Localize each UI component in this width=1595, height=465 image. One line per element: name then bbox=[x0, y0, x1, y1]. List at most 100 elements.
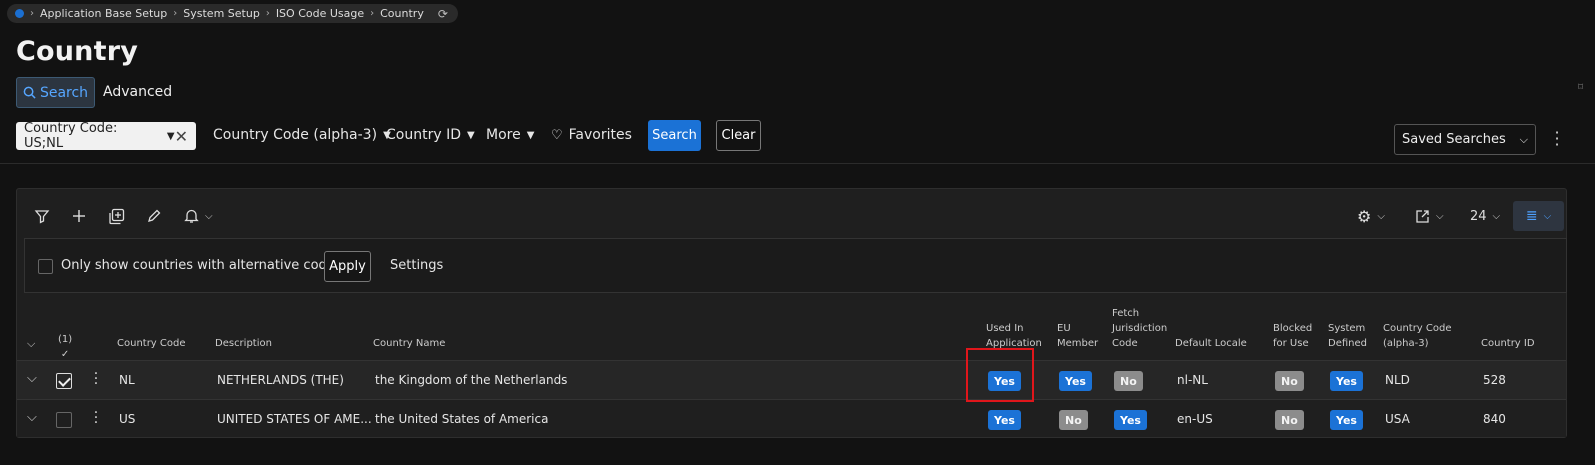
header-used-in-application[interactable]: Used In Application bbox=[986, 321, 1042, 351]
header-description[interactable]: Description bbox=[215, 336, 272, 351]
breadcrumb-item[interactable]: ISO Code Usage bbox=[276, 7, 364, 20]
row-checkbox[interactable] bbox=[56, 373, 72, 389]
expand-row-icon[interactable]: ⌵ bbox=[27, 410, 37, 425]
cell-country-name: the United States of America bbox=[375, 412, 549, 426]
cell-country-code: NL bbox=[119, 373, 135, 387]
cell-alpha3: USA bbox=[1385, 412, 1410, 426]
settings-dropdown[interactable]: ⚙ ⌵ bbox=[1357, 206, 1385, 226]
header-system-defined[interactable]: System Defined bbox=[1328, 321, 1367, 351]
header-line: Code bbox=[1112, 338, 1138, 349]
row-menu-icon[interactable]: · · · bbox=[93, 367, 99, 391]
filter-label: More bbox=[486, 127, 521, 143]
filter-label: Country ID bbox=[386, 127, 461, 143]
saved-searches-label: Saved Searches bbox=[1402, 132, 1506, 147]
filter-icon[interactable] bbox=[34, 206, 50, 226]
list-icon: ≣ bbox=[1525, 208, 1538, 224]
selected-count: (1) bbox=[58, 334, 73, 345]
search-button[interactable]: Search bbox=[648, 120, 701, 151]
search-tab[interactable]: Search bbox=[16, 77, 95, 108]
home-dot-icon[interactable] bbox=[15, 9, 24, 18]
alternative-codes-checkbox[interactable] bbox=[38, 259, 53, 274]
badge-eu-member: Yes bbox=[1059, 371, 1092, 391]
breadcrumb-item[interactable]: System Setup bbox=[183, 7, 260, 20]
chevron-right-icon: › bbox=[370, 8, 375, 19]
list-view-toggle[interactable]: ≣ ⌵ bbox=[1513, 201, 1564, 231]
alternative-codes-label: Only show countries with alternative cod… bbox=[61, 258, 342, 273]
divider bbox=[0, 163, 1595, 164]
caret-down-icon[interactable]: ▼ bbox=[167, 131, 175, 142]
chevron-down-icon: ⌵ bbox=[1519, 132, 1528, 146]
close-icon[interactable]: ✕ bbox=[175, 127, 188, 146]
header-blocked-for-use[interactable]: Blocked for Use bbox=[1273, 321, 1312, 351]
badge-system-defined: Yes bbox=[1330, 410, 1363, 430]
expand-row-icon[interactable]: ⌵ bbox=[27, 371, 37, 386]
favorites-label: Favorites bbox=[568, 127, 632, 143]
header-country-name[interactable]: Country Name bbox=[373, 336, 445, 351]
row-menu-icon[interactable]: · · · bbox=[93, 406, 99, 430]
filter-label: Country Code (alpha-3) bbox=[213, 127, 378, 143]
breadcrumb: › Application Base Setup › System Setup … bbox=[7, 4, 458, 23]
chevron-down-icon: ⌵ bbox=[1492, 210, 1501, 222]
caret-down-icon: ▼ bbox=[466, 129, 475, 141]
filter-more[interactable]: More ▼ bbox=[486, 127, 534, 143]
select-all-header[interactable]: (1) ✓ bbox=[58, 332, 72, 362]
header-line: EU bbox=[1057, 323, 1071, 334]
advanced-tab[interactable]: Advanced bbox=[103, 84, 172, 100]
cell-country-name: the Kingdom of the Netherlands bbox=[375, 373, 568, 387]
filter-country-code-alpha3[interactable]: Country Code (alpha-3) ▼ bbox=[213, 127, 391, 143]
saved-searches-select[interactable]: Saved Searches ⌵ bbox=[1394, 124, 1536, 155]
apply-button[interactable]: Apply bbox=[324, 251, 371, 282]
header-fetch-jurisdiction-code[interactable]: Fetch Jurisdiction Code bbox=[1112, 306, 1167, 351]
badge-used-in-application: Yes bbox=[988, 410, 1021, 430]
chevron-down-icon: ⌵ bbox=[1436, 210, 1444, 222]
chevron-right-icon: › bbox=[173, 8, 178, 19]
row-checkbox[interactable] bbox=[56, 412, 72, 428]
pin-icon[interactable]: ⌑ bbox=[1578, 82, 1583, 93]
header-eu-member[interactable]: EU Member bbox=[1057, 321, 1098, 351]
cell-country-id: 840 bbox=[1483, 412, 1506, 426]
header-line: Member bbox=[1057, 338, 1099, 349]
badge-fetch-jurisdiction: No bbox=[1114, 371, 1143, 391]
header-country-code-alpha3[interactable]: Country Code (alpha-3) bbox=[1383, 321, 1452, 351]
gear-icon: ⚙ bbox=[1357, 206, 1372, 226]
settings-link[interactable]: Settings bbox=[390, 258, 443, 273]
badge-blocked-for-use: No bbox=[1275, 371, 1304, 391]
export-icon bbox=[1416, 209, 1429, 223]
expand-all-icon[interactable]: ⌵ bbox=[27, 336, 35, 351]
chevron-right-icon: › bbox=[265, 8, 270, 19]
notification-bell-dropdown[interactable]: ⌵ bbox=[184, 206, 213, 226]
header-country-id[interactable]: Country ID bbox=[1481, 336, 1535, 351]
add-icon[interactable] bbox=[71, 206, 87, 226]
clear-button[interactable]: Clear bbox=[716, 120, 761, 151]
header-line: for Use bbox=[1273, 338, 1309, 349]
bell-icon bbox=[184, 209, 199, 223]
page-menu-icon[interactable]: · · · bbox=[1551, 125, 1563, 153]
chevron-down-icon: ⌵ bbox=[1543, 210, 1552, 222]
header-line: (alpha-3) bbox=[1383, 338, 1429, 349]
highlight-box bbox=[966, 348, 1034, 402]
badge-system-defined: Yes bbox=[1330, 371, 1363, 391]
cell-description: UNITED STATES OF AME... bbox=[217, 412, 372, 426]
breadcrumb-item[interactable]: Country bbox=[380, 7, 424, 20]
filter-chip-label: Country Code: US;NL bbox=[24, 121, 118, 151]
edit-icon[interactable] bbox=[146, 206, 162, 226]
header-line: System bbox=[1328, 323, 1366, 334]
header-line: Blocked bbox=[1273, 323, 1313, 334]
favorites-button[interactable]: ♡ Favorites bbox=[551, 127, 632, 143]
cell-description: NETHERLANDS (THE) bbox=[217, 373, 344, 387]
breadcrumb-item[interactable]: Application Base Setup bbox=[40, 7, 167, 20]
export-dropdown[interactable]: ⌵ bbox=[1415, 206, 1444, 226]
filter-country-id[interactable]: Country ID ▼ bbox=[386, 127, 475, 143]
refresh-icon[interactable]: ⟳ bbox=[438, 7, 448, 21]
cell-default-locale: en-US bbox=[1177, 412, 1213, 426]
header-country-code[interactable]: Country Code bbox=[117, 336, 186, 351]
page-size-dropdown[interactable]: 24 ⌵ bbox=[1470, 206, 1500, 226]
country-code-filter-chip[interactable]: Country Code: US;NL ▼ ✕ bbox=[16, 121, 196, 151]
header-default-locale[interactable]: Default Locale bbox=[1175, 336, 1247, 351]
chevron-down-icon: ⌵ bbox=[1377, 210, 1385, 222]
table-row[interactable]: ⌵ · · · NL NETHERLANDS (THE) the Kingdom o… bbox=[17, 360, 1566, 399]
badge-fetch-jurisdiction: Yes bbox=[1114, 410, 1147, 430]
badge-eu-member: No bbox=[1059, 410, 1088, 430]
table-row[interactable]: ⌵ · · · US UNITED STATES OF AME... the Uni… bbox=[17, 399, 1566, 437]
duplicate-icon[interactable] bbox=[108, 206, 125, 226]
